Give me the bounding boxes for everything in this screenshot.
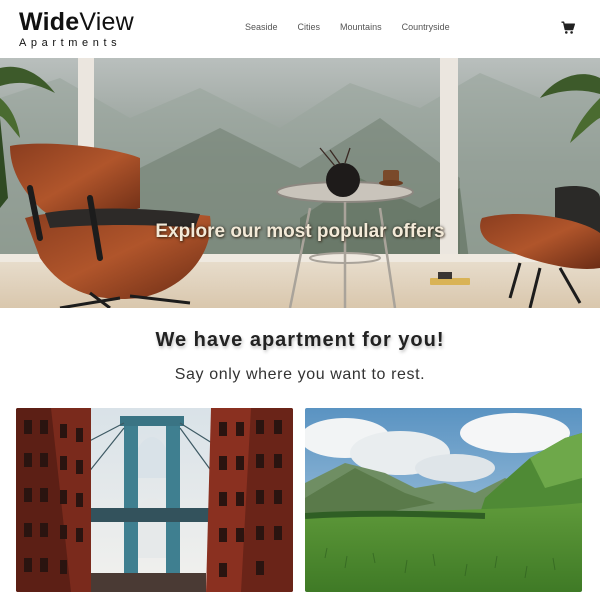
destination-card-cities[interactable] xyxy=(16,408,293,592)
section-subtitle: Say only where you want to rest. xyxy=(174,366,426,383)
hero-title: Explore our most popular offers xyxy=(155,221,445,242)
logo[interactable]: WideView Apartments xyxy=(19,8,134,49)
hero-image xyxy=(0,58,600,308)
destination-card-countryside[interactable] xyxy=(305,408,582,592)
nav-item-seaside[interactable]: Seaside xyxy=(245,22,278,32)
logo-light: View xyxy=(79,8,134,36)
city-bridge-image xyxy=(16,408,293,592)
shopping-cart-icon[interactable] xyxy=(561,21,575,35)
hero-banner: Explore our most popular offers xyxy=(0,58,600,308)
logo-tagline: Apartments xyxy=(19,37,122,49)
nav-item-countryside[interactable]: Countryside xyxy=(402,22,450,32)
section-title: We have apartment for you! xyxy=(155,329,445,351)
logo-bold: Wide xyxy=(19,8,80,36)
nav-item-mountains[interactable]: Mountains xyxy=(340,22,382,32)
main-nav: Seaside Cities Mountains Countryside xyxy=(245,22,470,32)
countryside-valley-image xyxy=(305,408,582,592)
site-header: WideView Apartments Seaside Cities Mount… xyxy=(0,0,600,58)
logo-wordmark: WideView xyxy=(19,8,134,36)
nav-item-cities[interactable]: Cities xyxy=(298,22,321,32)
